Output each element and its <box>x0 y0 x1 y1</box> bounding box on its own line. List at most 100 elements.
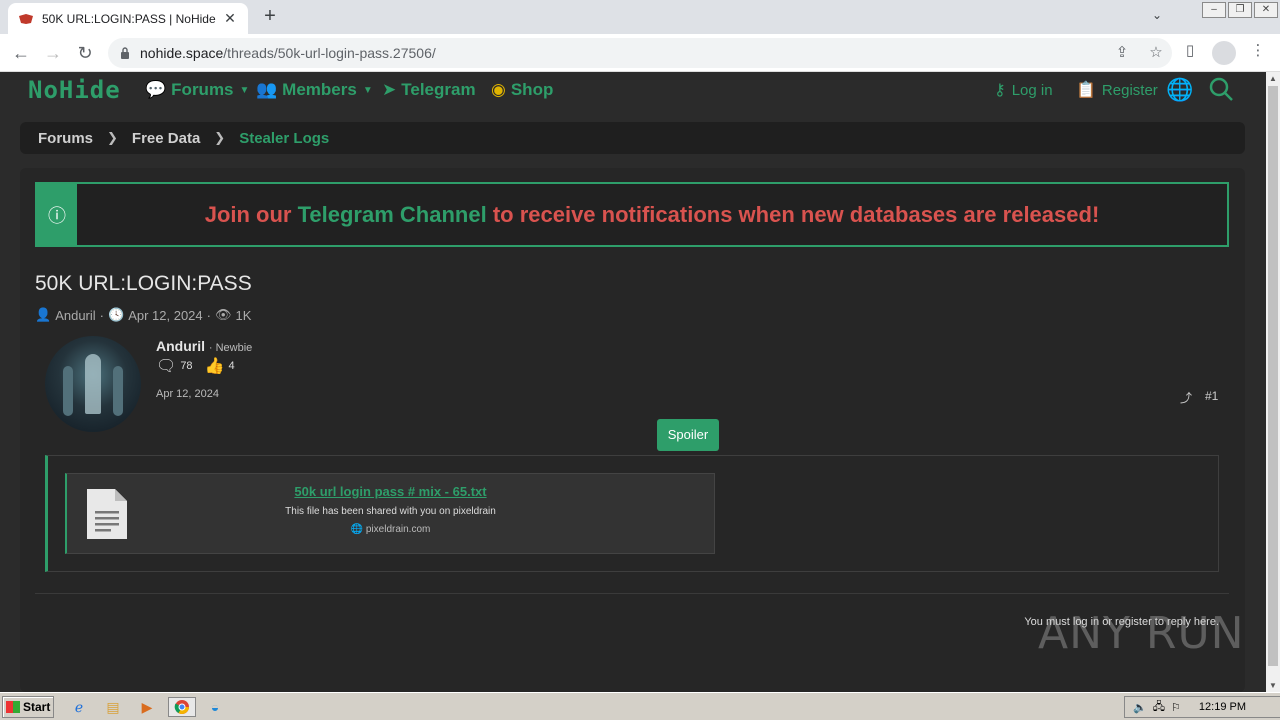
chrome-icon <box>174 700 189 714</box>
scroll-down-arrow-icon[interactable]: ▼ <box>1269 681 1277 690</box>
start-button[interactable]: Start <box>2 696 54 718</box>
scroll-up-arrow-icon[interactable]: ▲ <box>1269 74 1277 83</box>
url-path: /threads/50k-url-login-pass.27506/ <box>223 45 436 61</box>
close-window-button[interactable]: ✕ <box>1254 2 1278 18</box>
thread-date[interactable]: Apr 12, 2024 <box>128 308 202 323</box>
nav-members[interactable]: 👥 Members ▼ <box>256 80 373 100</box>
side-panel-icon[interactable]: ▯ <box>1180 41 1200 61</box>
folder-icon[interactable]: ▤ <box>102 697 124 717</box>
forward-arrow-icon[interactable]: → <box>42 42 64 64</box>
chevron-down-icon[interactable]: ▼ <box>363 85 373 96</box>
tab-search-chevron-icon[interactable]: ⌄ <box>1152 8 1162 22</box>
page-title: 50K URL:LOGIN:PASS <box>35 272 252 295</box>
profile-avatar-icon[interactable] <box>1212 41 1236 65</box>
site-page: NoHide 💬 Forums ▼ 👥 Members ▼ ➤ Telegram… <box>0 72 1266 692</box>
avatar[interactable] <box>45 336 141 432</box>
volume-icon[interactable]: 🔈 <box>1133 701 1147 714</box>
login-link[interactable]: ⚷ Log in <box>994 80 1053 100</box>
file-description: This file has been shared with you on pi… <box>285 506 496 517</box>
media-player-icon[interactable]: ▶ <box>136 697 158 717</box>
restore-button[interactable]: ❐ <box>1228 2 1252 18</box>
nav-forums-label: Forums <box>171 80 234 99</box>
globe-icon: 🌐 <box>350 524 364 535</box>
thread-meta: 👤 Anduril · 🕓 Apr 12, 2024 · 👁 1K <box>35 307 251 323</box>
share-icon[interactable]: ⤴ <box>1180 389 1192 406</box>
network-icon[interactable]: 🖧 <box>1153 698 1165 717</box>
search-magnifier-svg <box>1209 77 1233 101</box>
thread-author[interactable]: Anduril <box>55 308 95 323</box>
login-label: Log in <box>1011 81 1053 99</box>
share-page-icon[interactable]: ⇪ <box>1112 43 1132 63</box>
spoiler-button[interactable]: Spoiler <box>657 419 719 451</box>
search-icon[interactable] <box>1208 76 1234 102</box>
scroll-thumb[interactable] <box>1268 86 1278 666</box>
notice-telegram-link[interactable]: Telegram Channel <box>298 202 487 227</box>
reload-icon[interactable]: ↻ <box>74 42 96 64</box>
page-scrollbar[interactable]: ▲ ▼ <box>1266 72 1280 692</box>
clock-icon: 🕓 <box>108 307 125 322</box>
start-label: Start <box>23 700 51 714</box>
post-username[interactable]: Anduril <box>156 338 205 354</box>
eye-icon: 👁 <box>214 307 232 322</box>
ie-icon[interactable]: ℯ <box>68 697 90 717</box>
post-rank: · Newbie <box>208 342 253 354</box>
lock-icon <box>121 47 129 59</box>
language-globe-icon[interactable]: 🌐 <box>1166 77 1193 103</box>
divider <box>35 593 1229 594</box>
chevron-right-icon: ❯ <box>214 130 226 145</box>
nav-forums[interactable]: 💬 Forums ▼ <box>145 80 249 100</box>
anyrun-watermark: ANY RUN <box>1038 608 1245 659</box>
window-controls: – ❐ ✕ <box>1202 0 1280 34</box>
action-center-flag-icon[interactable]: ⚐ <box>1171 701 1181 714</box>
tab-close-icon[interactable]: ✕ <box>222 10 238 27</box>
thread-views: 1K <box>235 307 252 323</box>
post-date[interactable]: Apr 12, 2024 <box>156 388 219 400</box>
site-logo[interactable]: NoHide <box>28 76 121 104</box>
nav-telegram-label: Telegram <box>401 80 476 99</box>
breadcrumb-forums[interactable]: Forums <box>38 130 93 147</box>
file-host: 🌐 pixeldrain.com <box>67 524 714 535</box>
telegram-notice: ⓘ Join our Telegram Channel to receive n… <box>35 182 1229 247</box>
users-icon: 👥 <box>256 80 278 99</box>
paper-plane-icon: ➤ <box>382 80 397 99</box>
breadcrumb-stealer-logs[interactable]: Stealer Logs <box>239 130 329 147</box>
post-messages-count: 78 <box>180 360 193 372</box>
browser-tab[interactable]: 50K URL:LOGIN:PASS | NoHide ✕ <box>8 3 248 34</box>
minimize-button[interactable]: – <box>1202 2 1226 18</box>
file-download-link[interactable]: 50k url login pass # mix - 65.txt <box>67 484 714 499</box>
edge-icon[interactable]: ◒ <box>204 697 226 717</box>
browser-toolbar: ← → ↻ nohide.space/threads/50k-url-login… <box>0 34 1280 72</box>
bookmark-star-icon[interactable]: ☆ <box>1146 43 1166 63</box>
avatar-figure-center <box>85 354 101 414</box>
new-tab-button[interactable]: + <box>260 6 280 26</box>
register-link[interactable]: 📋 Register <box>1076 80 1158 100</box>
taskbar-clock[interactable]: 12:19 PM <box>1199 701 1246 713</box>
nav-shop[interactable]: ◉ Shop <box>491 80 553 100</box>
meta-separator: · <box>206 307 211 323</box>
nav-telegram[interactable]: ➤ Telegram <box>382 80 476 100</box>
chevron-down-icon[interactable]: ▼ <box>240 85 250 96</box>
nav-shop-label: Shop <box>510 80 554 99</box>
url-host: nohide.space <box>140 45 224 61</box>
chrome-taskbar-button[interactable] <box>168 697 196 717</box>
avatar-figure-left <box>63 366 73 416</box>
post-number[interactable]: #1 <box>1205 389 1218 403</box>
browser-menu-icon[interactable]: ⋮ <box>1248 41 1268 61</box>
os-taskbar: Start ℯ ▤ ▶ ◒ 🔈 🖧 ⚐ 12:19 PM <box>0 692 1280 720</box>
notice-prefix: Join our <box>204 201 298 227</box>
post-stats: 🗨 78 👍 4 <box>156 356 235 376</box>
omnibox-actions: ⇪ ☆ <box>1112 43 1166 63</box>
breadcrumb-free-data[interactable]: Free Data <box>132 130 200 147</box>
nav-members-label: Members <box>282 80 357 99</box>
messages-icon: 🗨 <box>156 358 177 375</box>
avatar-figure-right <box>113 366 123 416</box>
file-embed-card[interactable]: 50k url login pass # mix - 65.txt This f… <box>65 473 715 554</box>
chevron-right-icon: ❯ <box>107 130 118 145</box>
register-label: Register <box>1101 81 1158 99</box>
windows-logo-icon <box>6 701 20 713</box>
back-arrow-icon[interactable]: ← <box>10 42 32 64</box>
tab-title: 50K URL:LOGIN:PASS | NoHide <box>42 11 216 26</box>
site-favicon-icon <box>19 13 33 24</box>
browser-tabstrip: 50K URL:LOGIN:PASS | NoHide ✕ + ⌄ – ❐ ✕ <box>0 0 1280 34</box>
address-bar[interactable]: nohide.space/threads/50k-url-login-pass.… <box>108 38 1172 68</box>
